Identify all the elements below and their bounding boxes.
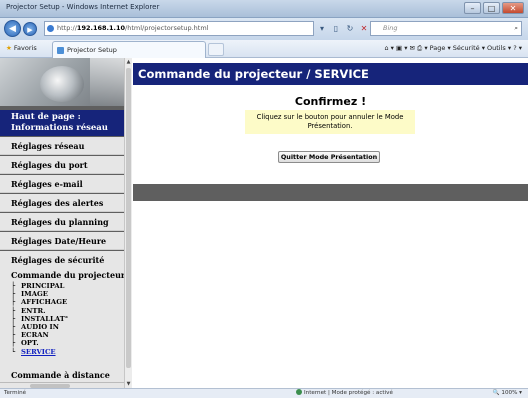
address-prefix: http:// (57, 24, 77, 32)
sidebar-item-schedule[interactable]: Réglages du planning (0, 213, 124, 231)
forward-arrow-icon[interactable]: ▶ (23, 22, 37, 36)
security-zone-label: Internet | Mode protégé : activé (304, 390, 393, 396)
sidebar-item-network[interactable]: Réglages réseau (0, 137, 124, 155)
search-icon[interactable]: ⌕ (514, 22, 518, 35)
sidebar-item-port[interactable]: Réglages du port (0, 156, 124, 174)
tree-item-audio-in[interactable]: ├ AUDIO IN (11, 323, 124, 331)
quit-presentation-button[interactable]: Quitter Mode Présentation (278, 151, 380, 163)
tree-item-affichage[interactable]: ├ AFFICHAGE (11, 298, 124, 306)
new-tab-button[interactable] (208, 43, 224, 56)
page-title: Commande du projecteur / SERVICE (133, 63, 528, 85)
confirm-message-line1: Cliquez sur le bouton pour annuler le Mo… (256, 113, 404, 121)
sidebar-home-line1: Haut de page : (11, 112, 81, 122)
maximize-icon[interactable]: □ (483, 2, 500, 14)
command-tree: ├ PRINCIPAL ├ IMAGE ├ AFFICHAGE ├ ENTR. ├ INS… (11, 282, 124, 356)
sidebar-command-section: Commande du projecteur ├ PRINCIPAL ├ IMAGE… (0, 266, 124, 370)
scroll-thumb[interactable] (126, 68, 131, 368)
tree-item-installat[interactable]: ├ INSTALLAT° (11, 315, 124, 323)
back-arrow-icon[interactable]: ◀ (4, 20, 21, 37)
sidebar-home-line2: Informations réseau (11, 123, 108, 133)
ie-page-icon (47, 25, 54, 32)
light-streak-graphic (90, 58, 124, 106)
footer-divider-bar (133, 184, 528, 201)
minimize-icon[interactable]: – (464, 2, 481, 14)
confirm-heading: Confirmez ! (294, 95, 367, 108)
command-bar-menus[interactable]: Page ▾ Sécurité ▾ Outils ▾ (430, 44, 511, 52)
command-bar[interactable]: ⌂ ▾ ▣ ▾ ✉ ⎙ ▾ Page ▾ Sécurité ▾ Outils ▾… (384, 44, 522, 53)
scroll-down-icon[interactable]: ▼ (125, 380, 132, 388)
sidebar-item-date-time[interactable]: Réglages Date/Heure (0, 232, 124, 250)
search-placeholder: Bing (383, 24, 398, 32)
zoom-control[interactable]: 🔍 100% ▾ (493, 389, 522, 398)
sidebar-banner-image (0, 58, 124, 106)
sidebar: Haut de page : Informations réseau Régla… (0, 58, 124, 388)
dropdown-icon[interactable]: ▾ (316, 21, 328, 36)
refresh-icon[interactable]: ↻ (344, 21, 356, 36)
address-path: /html/projectorsetup.html (125, 24, 209, 32)
favorites-label: Favoris (13, 44, 37, 52)
address-host: 192.168.1.10 (76, 24, 126, 32)
address-row: ◀ ▶ http://192.168.1.10/html/projectorse… (0, 18, 528, 40)
star-icon: ★ (6, 44, 12, 52)
search-input[interactable]: Bing ⌕ (370, 21, 522, 36)
tree-item-principal[interactable]: ├ PRINCIPAL (11, 282, 124, 290)
status-bar: Terminé Internet | Mode protégé : activé… (0, 388, 528, 398)
sidebar-item-alerts[interactable]: Réglages des alertes (0, 194, 124, 212)
sidebar-item-home[interactable]: Haut de page : Informations réseau (0, 110, 124, 136)
sidebar-item-email[interactable]: Réglages e-mail (0, 175, 124, 193)
status-text: Terminé (4, 390, 27, 396)
favorites-bar: ★ Favoris Projector Setup ⌂ ▾ ▣ ▾ ✉ ⎙ ▾ … (0, 40, 528, 58)
confirm-message: Cliquez sur le bouton pour annuler le Mo… (245, 110, 415, 134)
favorites-button[interactable]: ★ Favoris (6, 44, 37, 52)
projector-lens-graphic (40, 66, 84, 102)
window-title: Projector Setup - Windows Internet Explo… (6, 3, 160, 11)
tree-item-opt[interactable]: ├ OPT. (11, 339, 124, 347)
compat-view-icon[interactable]: ▯ (330, 21, 342, 36)
tree-item-service[interactable]: └ SERVICE (11, 348, 124, 356)
sidebar-vertical-scrollbar[interactable]: ▲ ▼ (124, 58, 132, 388)
confirm-message-line2: Présentation. (307, 122, 353, 130)
security-zone[interactable]: Internet | Mode protégé : activé (296, 389, 393, 398)
tree-item-entr[interactable]: ├ ENTR. (11, 307, 124, 315)
main-content: Commande du projecteur / SERVICE Confirm… (133, 58, 528, 388)
close-icon[interactable]: ✕ (502, 2, 524, 14)
window-controls: – □ ✕ (464, 2, 524, 14)
tab-label: Projector Setup (67, 46, 117, 54)
stop-icon[interactable]: ✕ (358, 21, 370, 36)
window-titlebar: Projector Setup - Windows Internet Explo… (0, 0, 528, 18)
address-bar[interactable]: http://192.168.1.10/html/projectorsetup.… (44, 21, 314, 36)
tab-page-icon (57, 47, 64, 54)
sidebar-command-heading[interactable]: Commande du projecteur (11, 270, 124, 280)
zoom-level: 100% (501, 390, 518, 396)
sidebar-item-remote[interactable]: Commande à distance (0, 370, 124, 382)
globe-icon (296, 389, 302, 395)
scroll-up-icon[interactable]: ▲ (125, 58, 132, 66)
address-tools: ▾ ▯ ↻ ✕ (316, 21, 370, 36)
tab-projector-setup[interactable]: Projector Setup (52, 41, 206, 58)
